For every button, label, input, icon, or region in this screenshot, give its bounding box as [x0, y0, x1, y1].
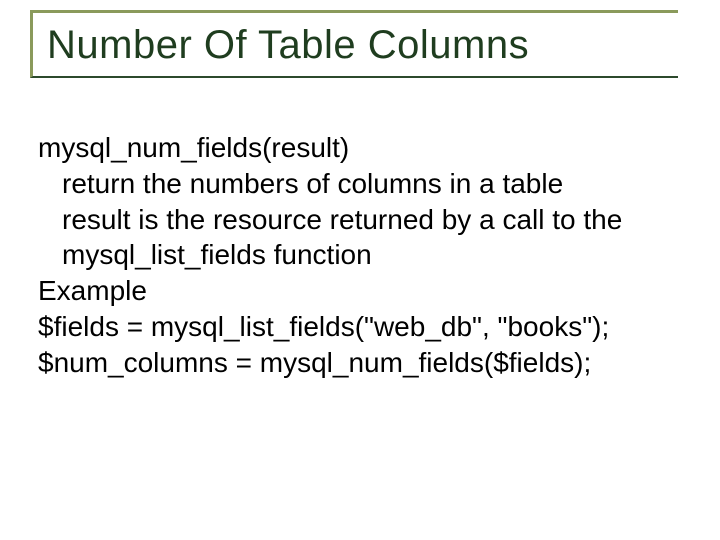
slide-body: mysql_num_fields(result) return the numb…: [38, 130, 678, 381]
body-line: result is the resource returned by a cal…: [38, 202, 678, 238]
title-box: Number Of Table Columns: [30, 10, 678, 78]
body-line: Example: [38, 273, 678, 309]
slide-title: Number Of Table Columns: [47, 23, 678, 68]
slide: Number Of Table Columns mysql_num_fields…: [0, 0, 720, 540]
body-line: $num_columns = mysql_num_fields($fields)…: [38, 345, 678, 381]
body-line: mysql_num_fields(result): [38, 130, 678, 166]
body-line: mysql_list_fields function: [38, 237, 678, 273]
body-line: return the numbers of columns in a table: [38, 166, 678, 202]
body-line: $fields = mysql_list_fields("web_db", "b…: [38, 309, 678, 345]
